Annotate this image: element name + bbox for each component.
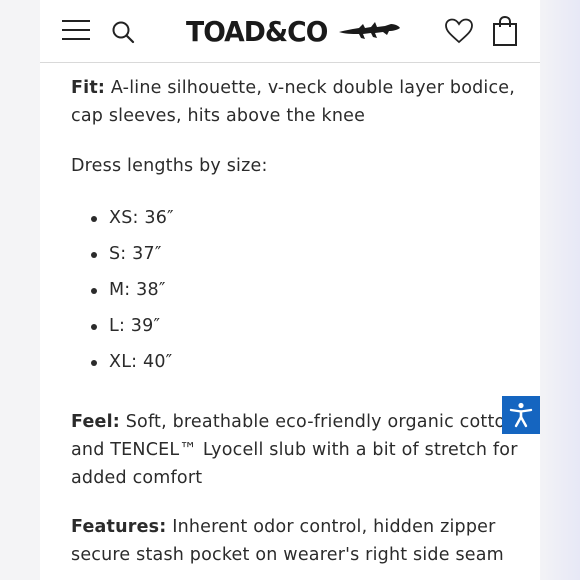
hamburger-menu-icon[interactable] — [62, 19, 90, 41]
list-item: XS: 36″ — [71, 204, 174, 240]
feel-paragraph: Feel: Soft, breathable eco-friendly orga… — [71, 408, 521, 492]
feel-label: Feel: — [71, 412, 120, 432]
list-item: M: 38″ — [71, 276, 174, 312]
features-label: Features: — [71, 517, 167, 537]
shopping-bag-icon[interactable] — [492, 16, 518, 46]
right-gutter — [540, 0, 580, 580]
fit-text: A-line silhouette, v-neck double layer b… — [71, 78, 516, 126]
accessibility-icon — [509, 402, 533, 428]
dress-lengths-heading: Dress lengths by size: — [71, 156, 268, 176]
product-details-panel: TOAD&CO Fit: A-line silhouette, v-neck d… — [40, 0, 540, 580]
left-gutter — [0, 0, 40, 580]
fit-paragraph: Fit: A-line silhouette, v-neck double la… — [71, 74, 521, 130]
heart-icon[interactable] — [445, 18, 473, 44]
fit-label: Fit: — [71, 78, 106, 98]
brand-logo[interactable]: TOAD&CO — [186, 12, 401, 50]
list-item: XL: 40″ — [71, 348, 174, 384]
lizard-icon — [338, 22, 400, 39]
accessibility-button[interactable] — [502, 396, 540, 434]
site-header: TOAD&CO — [40, 0, 540, 63]
list-item: S: 37″ — [71, 240, 174, 276]
features-paragraph: Features: Inherent odor control, hidden … — [71, 513, 521, 569]
product-description: Fit: A-line silhouette, v-neck double la… — [71, 74, 521, 565]
list-item: L: 39″ — [71, 312, 174, 348]
brand-name: TOAD&CO — [186, 14, 328, 48]
size-length-list: XS: 36″ S: 37″ M: 38″ L: 39″ XL: 40″ — [71, 204, 174, 384]
search-icon[interactable] — [111, 20, 135, 44]
feel-text: Soft, breathable eco-friendly organic co… — [71, 412, 518, 488]
